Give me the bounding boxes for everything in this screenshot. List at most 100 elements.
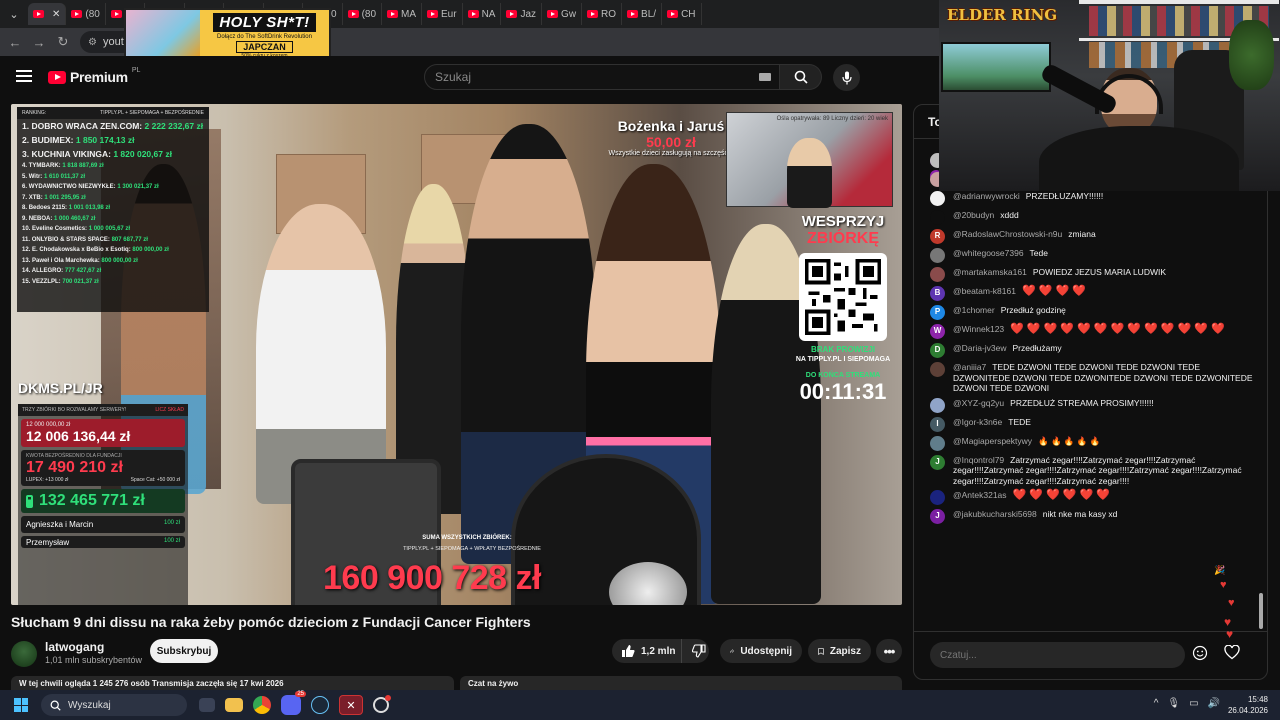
chrome-icon[interactable] <box>253 696 271 714</box>
more-actions-button[interactable]: ••• <box>876 639 902 663</box>
chat-username[interactable]: @beatam-k8161 <box>953 286 1016 296</box>
like-button[interactable]: 1,2 mln <box>612 639 682 663</box>
chat-avatar[interactable] <box>930 267 945 282</box>
chat-username[interactable]: @adrianwywrocki <box>953 191 1020 201</box>
save-button[interactable]: Zapisz <box>808 639 871 663</box>
browser-tab[interactable]: Jaz <box>501 3 543 25</box>
chat-avatar[interactable] <box>930 397 945 413</box>
chat-message[interactable]: @aniiia7 TEDE DZWONI TEDE DZWONI TEDE DZW… <box>914 360 1254 396</box>
browser-tab[interactable]: Gw <box>542 3 583 25</box>
chat-avatar[interactable] <box>930 191 945 206</box>
chat-username[interactable]: @Daria-jv3ew <box>953 343 1007 353</box>
chat-message[interactable]: D @Daria-jv3ew Przedłużamy <box>914 341 1254 360</box>
chat-message[interactable]: B @beatam-k8161 ❤️ ❤️ ❤️ ❤️ <box>914 284 1254 303</box>
chat-avatar[interactable] <box>930 362 945 377</box>
chat-username[interactable]: @Magiaperspektywy <box>953 436 1032 446</box>
chat-message[interactable]: @whitegoose7396 Tede <box>914 246 1254 265</box>
chat-message[interactable]: @martakamska161 POWIEDZ JEZUS MARIA LUDWI… <box>914 265 1254 284</box>
app-icon[interactable] <box>373 695 391 713</box>
chat-message[interactable]: P @1chomer Przedłuż godzinę <box>914 303 1254 322</box>
chat-username[interactable]: @Antek321as <box>953 490 1007 500</box>
file-explorer-icon[interactable] <box>225 698 243 712</box>
taskbar-search[interactable]: Wyszukaj <box>41 694 187 716</box>
chat-message[interactable]: @XYZ-gq2yu PRZEDŁUŻ STREAMA PROSIMY!!!!!! <box>914 396 1254 415</box>
chat-replay-card[interactable]: Czat na żywo <box>460 676 902 690</box>
chat-message[interactable]: J @jakubkucharski5698 nikt nke ma kasy xd <box>914 507 1254 526</box>
video-player[interactable]: RANKING: TIPPLY.PL + SIEPOMAGA + BEZPOŚR… <box>11 104 902 605</box>
browser-tab[interactable]: CH <box>662 3 702 25</box>
windows-start-icon[interactable] <box>14 698 28 712</box>
ad-banner[interactable]: HOLY SH*T! Dołącz do The SoftDrink Revol… <box>124 8 331 63</box>
chat-avatar[interactable] <box>930 210 945 225</box>
subscribe-button[interactable]: Subskrybuj <box>150 639 218 663</box>
chat-avatar[interactable]: R <box>930 229 945 244</box>
system-clock[interactable]: 15:48 26.04.2026 <box>1228 694 1268 716</box>
chat-username[interactable]: @Inqontrol79 <box>953 455 1004 465</box>
heart-reaction-icon[interactable] <box>1224 644 1240 665</box>
discord-icon[interactable]: 25 <box>281 691 306 715</box>
chat-message[interactable]: J @Inqontrol79 Zatrzymać zegar!!!!Zatrzyma… <box>914 453 1254 489</box>
network-icon[interactable]: ▭ <box>1189 698 1198 709</box>
channel-avatar[interactable] <box>11 641 37 667</box>
emoji-icon[interactable] <box>1192 645 1208 666</box>
chat-avatar[interactable]: D <box>930 343 945 358</box>
tray-overflow-icon[interactable]: ^ <box>1154 698 1159 709</box>
browser-tab[interactable]: RO <box>582 3 623 25</box>
chat-avatar[interactable] <box>930 248 945 263</box>
task-view-icon[interactable] <box>199 698 215 712</box>
volume-icon[interactable]: 🔊 <box>1208 698 1220 709</box>
chat-username[interactable]: @20budyn <box>953 210 994 220</box>
chat-avatar[interactable]: J <box>930 509 945 524</box>
chat-username[interactable]: @XYZ-gq2yu <box>953 398 1004 408</box>
channel-name[interactable]: latwogang <box>45 640 104 654</box>
chat-avatar[interactable]: W <box>930 324 945 339</box>
browser-tab[interactable]: (80 <box>66 3 106 25</box>
chat-message[interactable]: R @RadoslawChrostowski-n9u zmiana <box>914 227 1254 246</box>
steam-icon[interactable] <box>311 696 329 714</box>
browser-tab[interactable]: MA <box>382 3 423 25</box>
menu-icon[interactable] <box>16 70 32 82</box>
voice-search-button[interactable] <box>833 64 860 91</box>
chat-username[interactable]: @whitegoose7396 <box>953 248 1024 258</box>
share-button[interactable]: Udostępnij <box>720 639 802 663</box>
browser-tab-active[interactable]: ✕ <box>28 3 67 25</box>
youtube-logo[interactable]: Premium PL <box>48 67 140 85</box>
obs-app-icon[interactable]: ✕ <box>339 695 363 715</box>
chat-username[interactable]: @aniiia7 <box>953 362 986 372</box>
browser-tab[interactable]: NA <box>463 3 502 25</box>
search-button[interactable] <box>780 64 822 90</box>
chat-message[interactable]: @adrianwywrocki PRZEDŁUZAMY!!!!!! <box>914 189 1254 208</box>
chat-username[interactable]: @jakubkucharski5698 <box>953 509 1037 519</box>
video-info-card[interactable]: W tej chwili ogląda 1 245 276 osób Trans… <box>11 676 454 690</box>
browser-tab[interactable]: (80 <box>343 3 383 25</box>
forward-icon[interactable]: → <box>32 35 46 50</box>
chat-message[interactable]: @Magiaperspektywy 🔥 🔥 🔥 🔥 🔥 <box>914 434 1254 453</box>
keyboard-icon[interactable] <box>759 73 771 81</box>
dislike-button[interactable] <box>688 639 709 663</box>
chat-username[interactable]: @RadoslawChrostowski-n9u <box>953 229 1062 239</box>
chat-username[interactable]: @martakamska161 <box>953 267 1027 277</box>
chat-avatar[interactable] <box>930 435 945 451</box>
search-input[interactable]: Szukaj <box>424 64 780 90</box>
browser-tab[interactable]: BL/ <box>622 3 663 25</box>
chat-avatar[interactable]: B <box>930 286 945 301</box>
microphone-tray-icon[interactable]: 🎙 <box>1167 698 1180 709</box>
chat-username[interactable]: @Igor-k3n6e <box>953 417 1002 427</box>
chat-input[interactable] <box>930 642 1185 668</box>
chat-username[interactable]: @Winnek123 <box>953 324 1004 334</box>
chat-scrollbar[interactable] <box>1259 593 1263 629</box>
chat-message[interactable]: @20budyn xddd <box>914 208 1254 227</box>
chat-message[interactable]: @Antek321as ❤️ ❤️ ❤️ ❤️ ❤️ ❤️ <box>914 488 1254 507</box>
tab-search-button[interactable]: ⌄ <box>0 0 28 28</box>
chat-message[interactable]: I @Igor-k3n6e TEDE <box>914 415 1254 434</box>
chat-avatar[interactable]: I <box>930 416 945 432</box>
tab-close-icon[interactable]: ✕ <box>52 9 60 20</box>
site-info-icon[interactable]: ⚙ <box>88 37 97 48</box>
chat-username[interactable]: @1chomer <box>953 305 995 315</box>
chat-avatar[interactable]: P <box>930 305 945 320</box>
back-icon[interactable]: ← <box>8 35 22 50</box>
reload-icon[interactable]: ↻ <box>56 34 70 50</box>
browser-tab[interactable]: Eur <box>422 3 463 25</box>
chat-avatar[interactable]: J <box>930 454 945 470</box>
chat-avatar[interactable] <box>930 490 945 505</box>
